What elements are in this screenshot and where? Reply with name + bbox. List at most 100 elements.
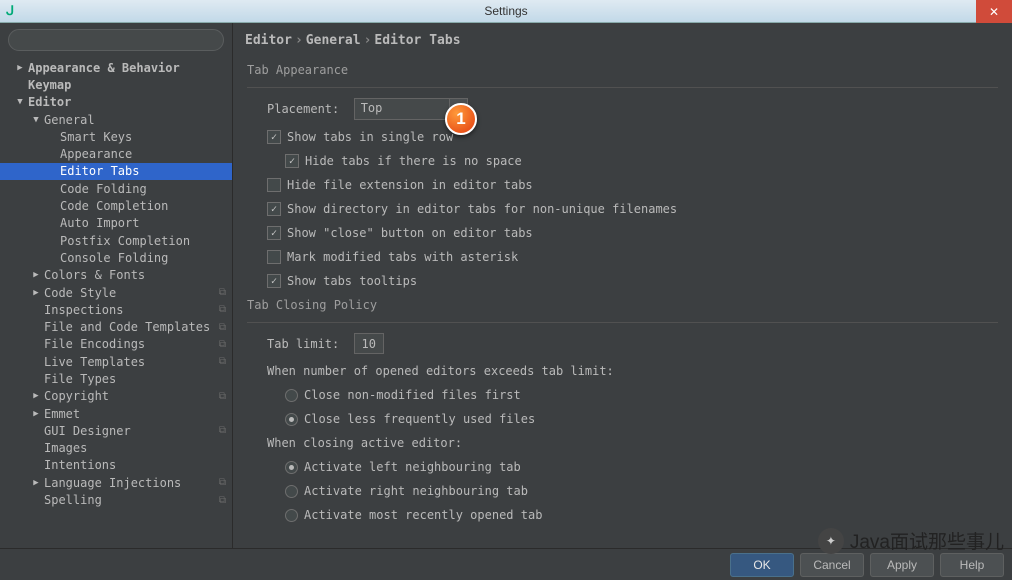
tree-item[interactable]: ▶File and Code Templates⧉	[0, 318, 232, 335]
tree-item[interactable]: ▶File Types	[0, 370, 232, 387]
settings-tree[interactable]: ▶Appearance & Behavior▶Keymap▼Editor▼Gen…	[0, 57, 232, 548]
tree-arrow-icon: ▼	[30, 115, 42, 125]
cancel-button[interactable]: Cancel	[800, 553, 864, 577]
tree-item[interactable]: ▶GUI Designer⧉	[0, 422, 232, 439]
tree-item-label: Editor	[28, 95, 226, 109]
checkbox-hide-ext[interactable]	[267, 178, 281, 192]
tree-item[interactable]: ▶Console Folding	[0, 249, 232, 266]
tree-item[interactable]: ▶Auto Import	[0, 215, 232, 232]
tree-item-label: Code Folding	[60, 182, 226, 196]
close-button[interactable]: ✕	[976, 0, 1012, 23]
tree-item[interactable]: ▼Editor	[0, 94, 232, 111]
tree-item-label: General	[44, 113, 226, 127]
radio-act-left[interactable]	[285, 461, 298, 474]
checkbox-hide-no-space[interactable]	[285, 154, 299, 168]
closing-active-text: When closing active editor:	[267, 436, 462, 450]
tree-item[interactable]: ▶Inspections⧉	[0, 301, 232, 318]
project-scope-icon: ⧉	[219, 495, 226, 506]
tree-arrow-icon: ▶	[30, 391, 42, 401]
apply-button[interactable]: Apply	[870, 553, 934, 577]
tree-item-label: Code Style	[44, 286, 219, 300]
titlebar: ᒍ Settings ✕	[0, 0, 1012, 23]
tree-item[interactable]: ▶Images	[0, 440, 232, 457]
tree-item[interactable]: ▶File Encodings⧉	[0, 336, 232, 353]
tree-item-label: File Types	[44, 372, 226, 386]
tree-item-label: Code Completion	[60, 199, 226, 213]
placement-label: Placement:	[267, 102, 339, 116]
tree-item-label: Inspections	[44, 303, 219, 317]
radio-close-lfu[interactable]	[285, 413, 298, 426]
tree-item[interactable]: ▶Copyright⧉	[0, 388, 232, 405]
tab-limit-input[interactable]	[354, 333, 384, 354]
checkbox-show-close[interactable]	[267, 226, 281, 240]
tree-item[interactable]: ▶Appearance & Behavior	[0, 59, 232, 76]
callout-marker-1: 1	[445, 103, 477, 135]
tree-arrow-icon: ▶	[30, 270, 42, 280]
checkbox-tooltips[interactable]	[267, 274, 281, 288]
wechat-icon: ✦	[818, 528, 844, 554]
tree-arrow-icon: ▶	[14, 63, 26, 73]
project-scope-icon: ⧉	[219, 391, 226, 402]
tree-item-label: Emmet	[44, 407, 226, 421]
project-scope-icon: ⧉	[219, 425, 226, 436]
app-icon: ᒍ	[6, 3, 22, 19]
tree-item[interactable]: ▶Keymap	[0, 76, 232, 93]
tree-item-label: Colors & Fonts	[44, 268, 226, 282]
tree-item[interactable]: ▶Code Style⧉	[0, 284, 232, 301]
tree-item[interactable]: ▶Colors & Fonts	[0, 267, 232, 284]
settings-sidebar: 🔍 ▶Appearance & Behavior▶Keymap▼Editor▼G…	[0, 23, 233, 548]
project-scope-icon: ⧉	[219, 477, 226, 488]
tab-limit-label: Tab limit:	[267, 337, 339, 351]
help-button[interactable]: Help	[940, 553, 1004, 577]
tree-item-label: Appearance	[60, 147, 226, 161]
project-scope-icon: ⧉	[219, 356, 226, 367]
project-scope-icon: ⧉	[219, 322, 226, 333]
tree-item[interactable]: ▶Code Completion	[0, 197, 232, 214]
radio-act-right[interactable]	[285, 485, 298, 498]
tree-item[interactable]: ▶Smart Keys	[0, 128, 232, 145]
tree-arrow-icon: ▶	[30, 288, 42, 298]
tree-item-label: Images	[44, 441, 226, 455]
radio-close-nonmod[interactable]	[285, 389, 298, 402]
tree-item[interactable]: ▼General	[0, 111, 232, 128]
tree-item-label: Keymap	[28, 78, 226, 92]
tree-item[interactable]: ▶Editor Tabs	[0, 163, 232, 180]
tree-item-label: Editor Tabs	[60, 164, 226, 178]
tree-item[interactable]: ▶Language Injections⧉	[0, 474, 232, 491]
tree-item[interactable]: ▶Live Templates⧉	[0, 353, 232, 370]
tree-item-label: Copyright	[44, 389, 219, 403]
tree-arrow-icon: ▼	[14, 97, 26, 107]
exceeds-text: When number of opened editors exceeds ta…	[267, 364, 614, 378]
tree-item-label: File Encodings	[44, 337, 219, 351]
radio-act-recent[interactable]	[285, 509, 298, 522]
tree-item-label: Language Injections	[44, 476, 219, 490]
window-title: Settings	[0, 4, 1012, 18]
tree-item[interactable]: ▶Emmet	[0, 405, 232, 422]
tree-item-label: File and Code Templates	[44, 320, 219, 334]
tree-item-label: GUI Designer	[44, 424, 219, 438]
tree-item-label: Appearance & Behavior	[28, 61, 226, 75]
placement-select[interactable]: Top	[354, 98, 450, 120]
tree-item-label: Postfix Completion	[60, 234, 226, 248]
tree-item-label: Live Templates	[44, 355, 219, 369]
project-scope-icon: ⧉	[219, 304, 226, 315]
tree-item[interactable]: ▶Postfix Completion	[0, 232, 232, 249]
search-input[interactable]	[8, 29, 224, 51]
checkbox-single-row[interactable]	[267, 130, 281, 144]
checkbox-show-dir[interactable]	[267, 202, 281, 216]
breadcrumb: Editor› General› Editor Tabs	[233, 23, 1012, 57]
ok-button[interactable]: OK	[730, 553, 794, 577]
tree-arrow-icon: ▶	[30, 478, 42, 488]
checkbox-mark-mod[interactable]	[267, 250, 281, 264]
project-scope-icon: ⧉	[219, 339, 226, 350]
project-scope-icon: ⧉	[219, 287, 226, 298]
tree-item[interactable]: ▶Appearance	[0, 145, 232, 162]
tree-item[interactable]: ▶Code Folding	[0, 180, 232, 197]
tree-item[interactable]: ▶Intentions	[0, 457, 232, 474]
group-tab-closing: Tab Closing Policy	[247, 298, 998, 312]
watermark: ✦ Java面试那些事儿	[818, 527, 1004, 554]
group-tab-appearance: Tab Appearance	[247, 63, 998, 77]
tree-item-label: Console Folding	[60, 251, 226, 265]
tree-item-label: Smart Keys	[60, 130, 226, 144]
tree-item[interactable]: ▶Spelling⧉	[0, 491, 232, 508]
